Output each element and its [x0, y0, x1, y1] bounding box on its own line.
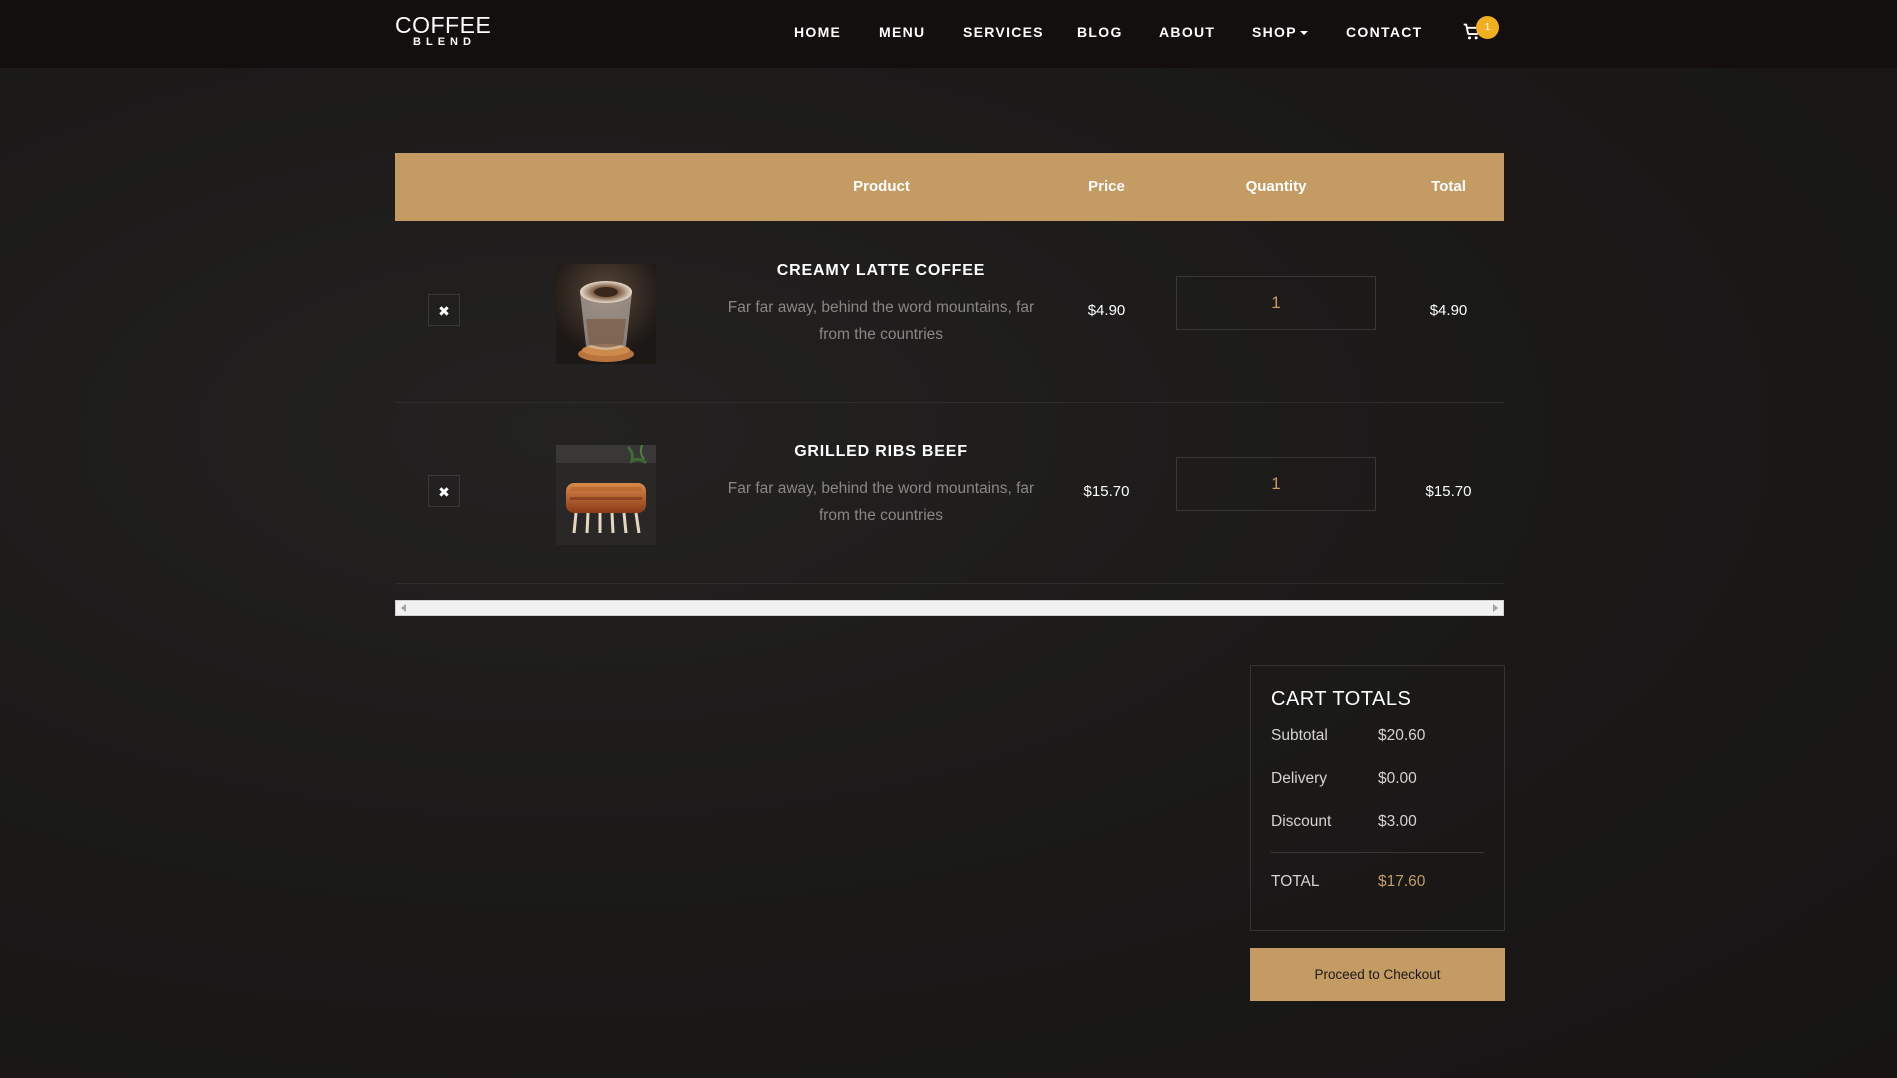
quantity-input[interactable]: 1: [1176, 457, 1376, 511]
cart-count-badge: 1: [1476, 16, 1499, 39]
subtotal-value: $20.60: [1378, 727, 1426, 744]
totals-divider: [1271, 852, 1484, 853]
grilled-ribs-photo: [556, 445, 656, 545]
subtotal-label: Subtotal: [1271, 727, 1328, 744]
nav-shop-label: SHOP: [1252, 24, 1297, 40]
header-quantity: Quantity: [1245, 178, 1307, 195]
chevron-down-icon: [1299, 31, 1308, 36]
quantity-input[interactable]: 1: [1176, 276, 1376, 330]
scroll-left-icon[interactable]: [401, 604, 406, 612]
product-title[interactable]: GRILLED RIBS BEEF: [695, 443, 1067, 461]
remove-item-button[interactable]: ✖: [428, 475, 460, 507]
close-icon: ✖: [438, 303, 450, 319]
product-total: $4.90: [1429, 302, 1468, 319]
product-price: $4.90: [1087, 302, 1126, 319]
header-total: Total: [1431, 178, 1466, 195]
remove-item-button[interactable]: ✖: [428, 294, 460, 326]
product-title[interactable]: CREAMY LATTE COFFEE: [695, 262, 1067, 280]
discount-value: $3.00: [1378, 813, 1417, 830]
cart-totals-panel: CART TOTALS Subtotal $20.60 Delivery $0.…: [1250, 665, 1505, 931]
brand-name: COFFEE: [395, 12, 492, 38]
header-price: Price: [1088, 178, 1125, 195]
close-icon: ✖: [438, 484, 450, 500]
nav-contact[interactable]: CONTACT: [1346, 24, 1423, 40]
nav-blog[interactable]: BLOG: [1077, 24, 1123, 40]
brand-logo[interactable]: COFFEE BLEND: [395, 12, 492, 49]
product-description: Far far away, behind the word mountains,…: [727, 480, 1035, 524]
nav-about[interactable]: ABOUT: [1159, 24, 1215, 40]
discount-label: Discount: [1271, 813, 1332, 830]
total-label: TOTAL: [1271, 873, 1320, 890]
delivery-label: Delivery: [1271, 770, 1327, 787]
product-total: $15.70: [1425, 483, 1472, 500]
nav-services[interactable]: SERVICES: [963, 24, 1044, 40]
header-product: Product: [853, 178, 910, 195]
nav-menu[interactable]: MENU: [879, 24, 925, 40]
horizontal-scrollbar[interactable]: [395, 600, 1504, 616]
total-value: $17.60: [1378, 873, 1426, 890]
table-row: ✖ CREAMY LATTE COFFEE Far far away, behi…: [395, 222, 1504, 403]
product-price: $15.70: [1083, 483, 1130, 500]
cart-table-header: Product Price Quantity Total: [395, 153, 1504, 221]
latte-cup-photo: [556, 264, 656, 364]
delivery-value: $0.00: [1378, 770, 1417, 787]
cart-totals-title: CART TOTALS: [1271, 688, 1412, 710]
proceed-to-checkout-button[interactable]: Proceed to Checkout: [1250, 948, 1505, 1001]
nav-home[interactable]: HOME: [794, 24, 841, 40]
product-description: Far far away, behind the word mountains,…: [727, 299, 1035, 343]
scroll-right-icon[interactable]: [1493, 604, 1498, 612]
nav-shop[interactable]: SHOP: [1252, 24, 1308, 40]
table-row: ✖ GRILLED RIBS BEEF Far far away, behind…: [395, 403, 1504, 584]
navbar: COFFEE BLEND HOME MENU SERVICES BLOG ABO…: [0, 0, 1897, 68]
